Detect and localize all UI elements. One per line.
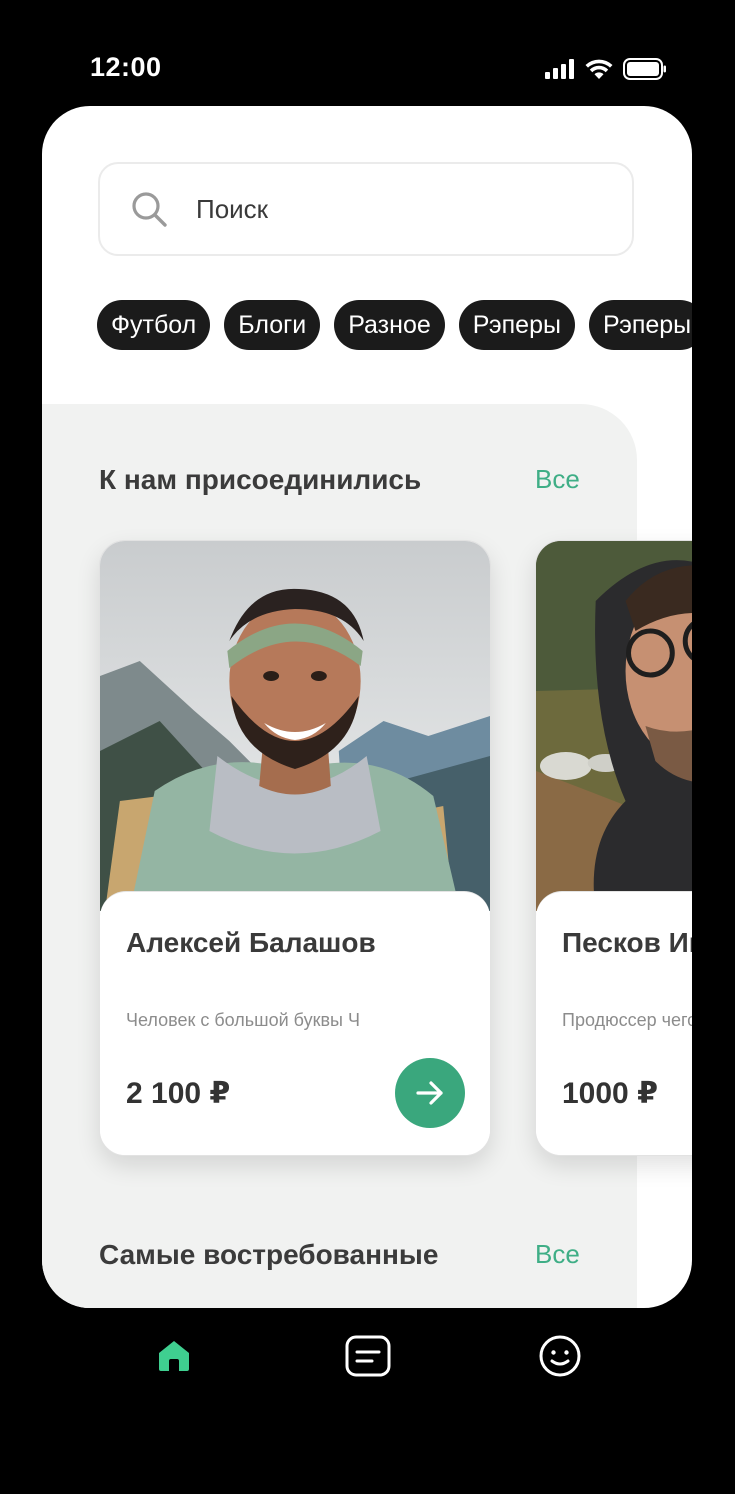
tab-home[interactable]: [150, 1332, 198, 1380]
status-time: 12:00: [90, 52, 162, 82]
search-icon: [132, 192, 167, 227]
creator-card[interactable]: Алексей Балашов Человек с большой буквы …: [99, 540, 491, 1156]
search-bar[interactable]: [98, 162, 634, 256]
popular-section-title: Самые востребованные: [99, 1239, 439, 1270]
creator-card-info: Алексей Балашов Человек с большой буквы …: [100, 891, 490, 1155]
status-icons: [545, 58, 667, 80]
bottom-tab-bar: [42, 1310, 692, 1410]
creator-price: 2 100 ₽: [126, 1077, 231, 1110]
joined-see-all-link[interactable]: Все: [535, 464, 580, 495]
creator-description: Человек с большой буквы Ч: [126, 1010, 360, 1030]
search-input[interactable]: [194, 192, 578, 226]
arrow-right-icon: [416, 1081, 443, 1105]
main-screen: Футбол Блоги Разное Рэперы Рэперы К нам …: [42, 106, 692, 1308]
joined-section-title: К нам присоединились: [99, 464, 422, 495]
category-chips: Футбол Блоги Разное Рэперы Рэперы: [97, 300, 692, 350]
creator-name: Песков Иван: [562, 927, 692, 958]
category-chip-misc[interactable]: Разное: [334, 300, 445, 350]
category-chip-blogs[interactable]: Блоги: [224, 300, 321, 350]
creator-description: Продюссер чего-то: [562, 1010, 692, 1030]
cellular-signal-icon: [545, 59, 574, 79]
category-chip-football[interactable]: Футбол: [97, 300, 211, 350]
creator-name: Алексей Балашов: [126, 927, 376, 958]
battery-icon: [623, 58, 666, 80]
creator-photo: [536, 541, 692, 911]
popular-see-all-link[interactable]: Все: [535, 1239, 580, 1270]
category-chip-rappers-2[interactable]: Рэперы: [588, 300, 692, 350]
profile-icon: [539, 1335, 581, 1377]
tab-profile[interactable]: [536, 1332, 584, 1380]
chat-icon: [345, 1335, 391, 1377]
creator-card-info: Песков Иван Продюссер чего-то 1000 ₽: [536, 891, 692, 1155]
tab-chats[interactable]: [344, 1332, 392, 1380]
category-chip-rappers[interactable]: Рэперы: [458, 300, 575, 350]
creator-price: 1000 ₽: [562, 1077, 658, 1110]
creator-card[interactable]: Песков Иван Продюссер чего-то 1000 ₽: [535, 540, 692, 1156]
home-icon: [159, 1341, 189, 1371]
wifi-icon: [585, 59, 613, 79]
phone-frame: 12:00 Футбол Блоги: [0, 0, 735, 1494]
creator-photo: [100, 541, 490, 911]
open-creator-button[interactable]: [395, 1058, 465, 1128]
